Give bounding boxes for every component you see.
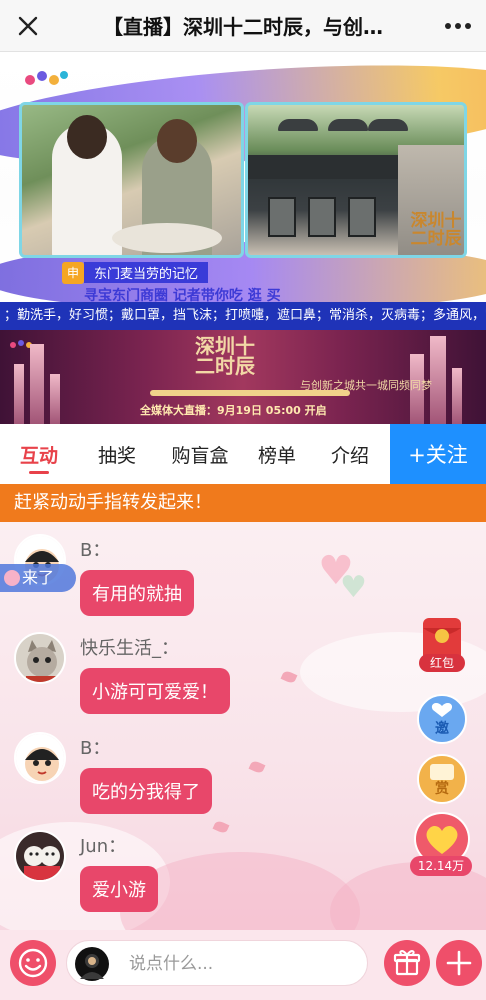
show-brand-logo: 深圳十二时辰 bbox=[410, 211, 462, 249]
chat-message: Jun： 爱小游 bbox=[14, 830, 414, 920]
video-frame-interview bbox=[19, 102, 244, 258]
message-bubble: 爱小游 bbox=[80, 866, 158, 912]
umbrella-figure bbox=[328, 119, 368, 131]
banner-title: 深圳十二时辰 bbox=[195, 334, 255, 378]
tab-blind-box[interactable]: 购盲盒 bbox=[156, 424, 244, 484]
message-bubble: 吃的分我得了 bbox=[80, 768, 212, 814]
close-button[interactable] bbox=[0, 0, 56, 52]
caption-headline: 寻宝东门商圈 记者带你吃 逛 买 bbox=[84, 288, 281, 302]
plus-button[interactable] bbox=[436, 940, 482, 986]
tab-lottery[interactable]: 抽奖 bbox=[78, 424, 156, 484]
caption-badge: 申 bbox=[62, 262, 84, 284]
avatar[interactable] bbox=[14, 632, 66, 684]
news-ticker: ；勤洗手，好习惯；戴口罩，挡飞沫；打喷嚏，遮口鼻；常消杀，灭病毒；多通风，空气好 bbox=[0, 302, 486, 330]
invite-button[interactable]: 邀 bbox=[417, 694, 467, 744]
banner-date: 全媒体大直播：9月19日 05:00 开启 bbox=[140, 404, 327, 417]
gift-button[interactable] bbox=[384, 940, 430, 986]
skyline-tower bbox=[50, 374, 60, 424]
like-count: 12.14万 bbox=[410, 856, 472, 876]
avatar[interactable] bbox=[14, 732, 66, 784]
gift-icon bbox=[393, 950, 421, 976]
join-notice: 来了 bbox=[0, 564, 76, 592]
message-author: B： bbox=[80, 738, 111, 759]
red-packet-button[interactable]: 红包 bbox=[417, 616, 467, 674]
smiley-icon bbox=[18, 948, 48, 978]
chat-message: B： 吃的分我得了 bbox=[14, 732, 414, 822]
window-figure bbox=[348, 197, 376, 237]
skyline-tower bbox=[14, 364, 24, 424]
skyline-tower bbox=[30, 344, 44, 424]
umbrella-figure bbox=[278, 119, 318, 131]
message-author: Jun： bbox=[80, 836, 127, 857]
more-icon bbox=[445, 22, 471, 29]
swirl-icon bbox=[4, 570, 20, 586]
cat-avatar-icon bbox=[16, 634, 64, 682]
plus-icon bbox=[446, 950, 472, 976]
comment-placeholder: 说点什么... bbox=[129, 954, 214, 974]
chat-message: 快乐生活_： 小游可可爱爱！ bbox=[14, 632, 414, 722]
skyline-tower bbox=[452, 368, 462, 424]
red-packet-label: 红包 bbox=[429, 656, 454, 670]
banner-slogan: 与创新之城共一城同频同梦 bbox=[300, 379, 432, 392]
live-video-player[interactable]: 深圳十二时辰 申 东门麦当劳的记忆 寻宝东门商圈 记者带你吃 逛 买 bbox=[0, 52, 486, 302]
page-title: 【直播】深圳十二时辰，与创… bbox=[103, 15, 383, 39]
announcement-bar: 赶紧动动手指转发起来！ bbox=[0, 484, 486, 522]
tab-interaction[interactable]: 互动 bbox=[0, 424, 78, 484]
tab-ranking[interactable]: 榜单 bbox=[244, 424, 310, 484]
emoji-button[interactable] bbox=[10, 940, 56, 986]
person-figure bbox=[157, 119, 197, 163]
user-avatar-icon bbox=[80, 954, 104, 979]
table-figure bbox=[112, 223, 222, 253]
dolls-avatar-icon bbox=[16, 832, 64, 880]
event-banner[interactable]: 深圳十二时辰 与创新之城共一城同频同梦 全媒体大直播：9月19日 05:00 开… bbox=[0, 330, 486, 424]
user-avatar bbox=[75, 947, 109, 981]
window-figure bbox=[268, 197, 296, 237]
message-bubble: 有用的就抽 bbox=[80, 570, 194, 616]
follow-button[interactable]: +关注 bbox=[390, 424, 486, 484]
invite-label: 邀 bbox=[435, 721, 449, 737]
comment-input[interactable]: 说点什么... bbox=[66, 940, 368, 986]
reward-button[interactable]: 赏 bbox=[417, 754, 467, 804]
umbrella-figure bbox=[368, 119, 408, 131]
avatar[interactable] bbox=[14, 830, 66, 882]
more-button[interactable] bbox=[430, 0, 486, 52]
title-bar: 【直播】深圳十二时辰，与创… bbox=[0, 0, 486, 52]
message-author: B： bbox=[80, 540, 111, 561]
message-bubble: 小游可可爱爱！ bbox=[80, 668, 230, 714]
message-author: 快乐生活_： bbox=[80, 638, 179, 659]
close-icon bbox=[18, 16, 38, 35]
tab-intro[interactable]: 介绍 bbox=[310, 424, 390, 484]
caption-topic: 东门麦当劳的记忆 bbox=[84, 262, 209, 283]
video-caption: 申 东门麦当劳的记忆 寻宝东门商圈 记者带你吃 逛 买 bbox=[62, 262, 336, 302]
join-notice-text: 来了 bbox=[22, 568, 55, 587]
station-logo-icon bbox=[25, 71, 68, 85]
window-figure bbox=[308, 197, 336, 237]
skyline-tower bbox=[430, 336, 446, 424]
cartoon-boy-avatar-icon bbox=[16, 734, 64, 782]
person-figure bbox=[67, 115, 107, 159]
reward-label: 赏 bbox=[435, 781, 449, 797]
